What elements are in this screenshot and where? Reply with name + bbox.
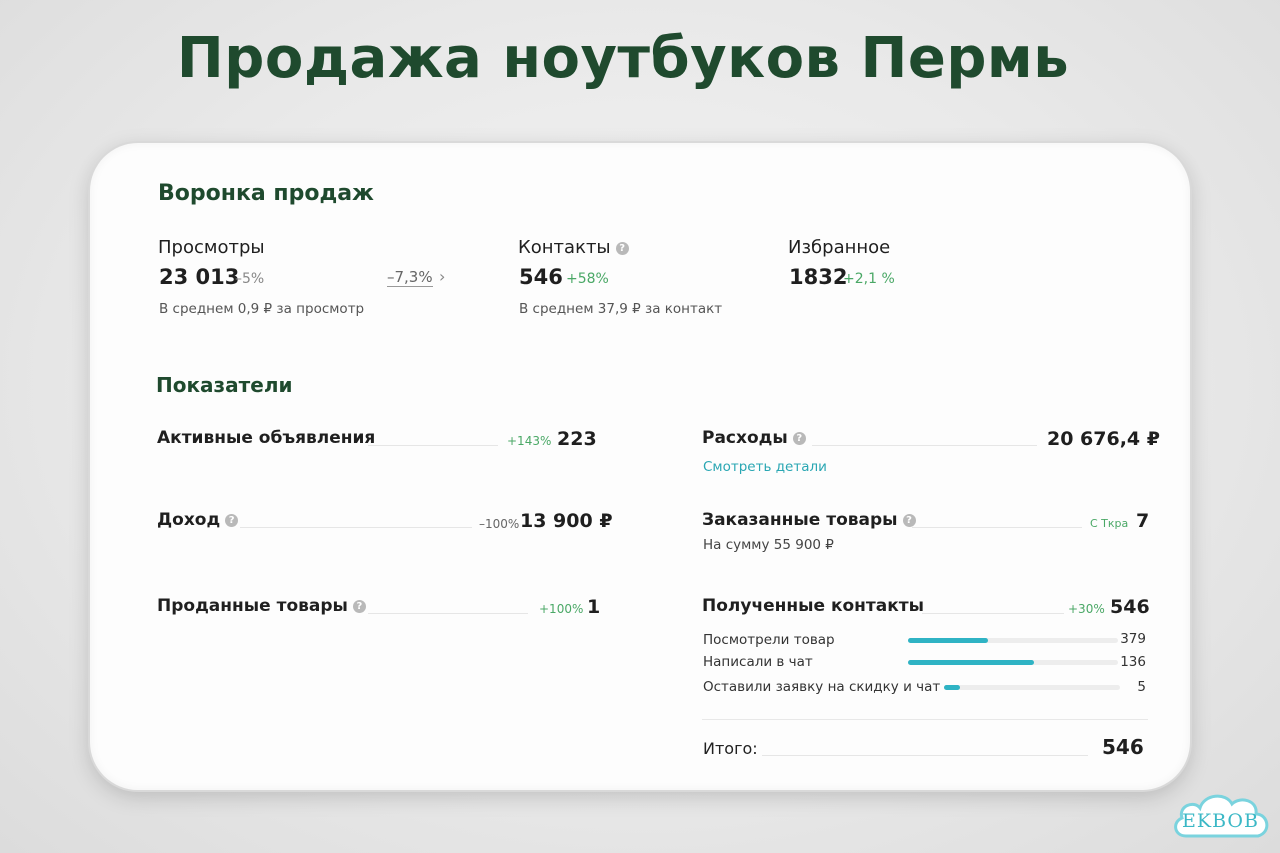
divider	[702, 719, 1148, 720]
breakdown-bar-fill	[944, 685, 960, 690]
watermark-logo: EKBOB	[1168, 786, 1276, 848]
breakdown-bar-fill	[908, 660, 1034, 665]
breakdown-value: 379	[1120, 631, 1146, 647]
leader-line	[762, 755, 1088, 756]
help-icon[interactable]: ?	[792, 432, 806, 445]
ordered-label: Заказанные товары?	[702, 510, 916, 530]
breakdown-bar-fill	[908, 638, 988, 643]
expenses-label: Расходы?	[702, 428, 806, 448]
received-label: Полученные контакты	[702, 596, 925, 616]
views-delta: –5%	[235, 271, 265, 287]
favorites-label: Избранное	[788, 237, 891, 258]
received-value: 546	[1110, 596, 1150, 618]
contacts-label-text: Контакты	[518, 237, 611, 258]
views-label: Просмотры	[158, 237, 265, 258]
leader-line	[368, 445, 498, 446]
help-icon[interactable]: ?	[902, 514, 916, 527]
leader-line	[812, 445, 1037, 446]
ordered-value: 7	[1136, 510, 1150, 532]
breakdown-label: Оставили заявку на скидку и чат	[703, 679, 941, 695]
breakdown-label: Написали в чат	[703, 654, 813, 670]
leader-line	[368, 613, 528, 614]
contacts-value: 546	[519, 265, 563, 289]
help-icon[interactable]: ?	[615, 242, 629, 255]
ordered-tag: С Ткра	[1090, 517, 1129, 530]
funnel-heading: Воронка продаж	[158, 181, 374, 206]
views-value: 23 013	[159, 265, 240, 289]
leader-line	[240, 527, 472, 528]
leader-line	[922, 613, 1064, 614]
chevron-right-icon[interactable]: ›	[439, 267, 445, 286]
income-value: 13 900 ₽	[520, 510, 613, 532]
sold-label-text: Проданные товары	[157, 596, 348, 616]
help-icon[interactable]: ?	[225, 514, 239, 527]
ordered-label-text: Заказанные товары	[702, 510, 898, 530]
breakdown-label: Посмотрели товар	[703, 632, 835, 648]
favorites-delta: +2,1 %	[843, 271, 895, 287]
received-delta: +30%	[1068, 602, 1105, 616]
view-details-link[interactable]: Смотреть детали	[703, 459, 827, 475]
active-ads-label: Активные объявления	[157, 428, 376, 448]
contacts-label: Контакты?	[518, 237, 629, 258]
sold-label: Проданные товары?	[157, 596, 366, 616]
contacts-note: В среднем 37,9 ₽ за контакт	[519, 301, 723, 317]
favorites-value: 1832	[789, 265, 848, 289]
expenses-value: 20 676,4 ₽	[1047, 428, 1160, 450]
active-ads-value: 223	[557, 428, 597, 450]
breakdown-bar-track	[908, 638, 1118, 643]
sold-delta: +100%	[539, 602, 584, 616]
breakdown-bar-track	[908, 660, 1118, 665]
help-icon[interactable]: ?	[352, 600, 366, 613]
total-value: 546	[1102, 735, 1144, 759]
income-label: Доход?	[157, 510, 239, 530]
watermark-text: EKBOB	[1182, 810, 1259, 832]
contacts-delta: +58%	[566, 271, 609, 287]
leader-line	[912, 527, 1082, 528]
breakdown-value: 136	[1120, 654, 1146, 670]
total-label: Итого:	[703, 739, 758, 758]
breakdown-value: 5	[1137, 679, 1146, 695]
views-compare-link[interactable]: –7,3%	[387, 268, 433, 287]
income-label-text: Доход	[157, 510, 221, 530]
sold-value: 1	[587, 596, 601, 618]
income-delta: –100%	[479, 517, 520, 531]
stats-card: Воронка продаж Просмотры 23 013 –5% –7,3…	[90, 143, 1190, 790]
expenses-label-text: Расходы	[702, 428, 788, 448]
ordered-note: На сумму 55 900 ₽	[703, 537, 834, 553]
breakdown-bar-track	[944, 685, 1120, 690]
metrics-heading: Показатели	[156, 373, 293, 397]
active-ads-delta: +143%	[507, 434, 552, 448]
page-title: Продажа ноутбуков Пермь	[176, 26, 1070, 91]
views-note: В среднем 0,9 ₽ за просмотр	[159, 301, 365, 317]
